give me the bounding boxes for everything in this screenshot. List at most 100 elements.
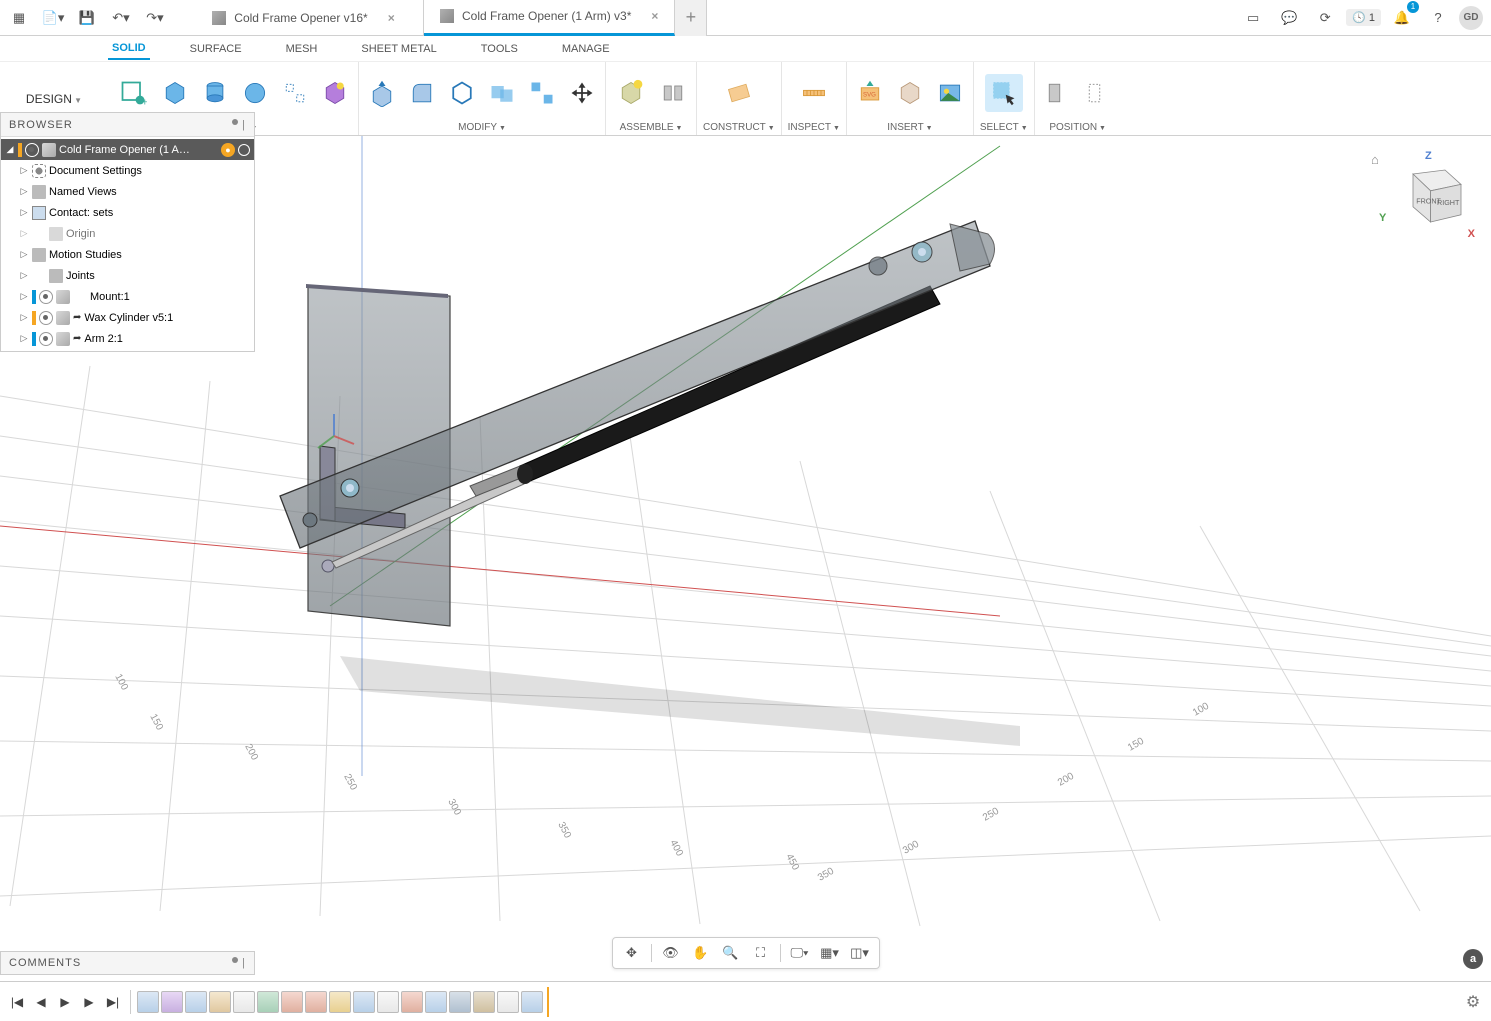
tree-item[interactable]: ▷ Contact: sets <box>1 202 254 223</box>
visibility-toggle-icon[interactable] <box>39 332 53 346</box>
comments-panel-header[interactable]: COMMENTS | <box>0 951 255 975</box>
visibility-toggle-icon[interactable] <box>39 311 53 325</box>
tree-item[interactable]: ▷ Joints <box>1 265 254 286</box>
document-tab-1[interactable]: Cold Frame Opener (1 Arm) v3* × <box>424 0 675 36</box>
sphere-tool-icon[interactable] <box>238 76 272 110</box>
timeline-step[interactable] <box>257 991 279 1013</box>
radio-icon[interactable] <box>238 144 250 156</box>
tree-root[interactable]: ◢ Cold Frame Opener (1 A… ● <box>1 139 254 160</box>
timeline-step[interactable] <box>329 991 351 1013</box>
autodesk-logo-icon[interactable]: a <box>1463 949 1483 969</box>
viewport-layout-icon[interactable]: ◫▾ <box>849 942 871 964</box>
tree-item[interactable]: ▷ Document Settings <box>1 160 254 181</box>
ribbon-tab-mesh[interactable]: MESH <box>282 39 322 59</box>
select-tool-icon[interactable] <box>985 74 1023 112</box>
group-label-construct[interactable]: CONSTRUCT <box>703 122 775 133</box>
browser-title-bar[interactable]: BROWSER | <box>1 113 254 137</box>
viewcube[interactable]: FRONT RIGHT Z X Y ⌂ <box>1389 154 1469 234</box>
user-avatar[interactable]: GD <box>1459 6 1483 30</box>
pan-icon[interactable]: ✋ <box>690 942 712 964</box>
tree-item[interactable]: ▷ Origin <box>1 223 254 244</box>
decal-tool-icon[interactable] <box>893 76 927 110</box>
timeline-step[interactable] <box>377 991 399 1013</box>
updates-icon[interactable]: ⟳ <box>1310 3 1340 33</box>
orbit-icon[interactable]: ✥ <box>621 942 643 964</box>
ribbon-tab-solid[interactable]: SOLID <box>108 38 150 60</box>
document-tab-0[interactable]: Cold Frame Opener v16* × <box>184 0 424 36</box>
fit-icon[interactable]: ⛶ <box>750 942 772 964</box>
group-label-insert[interactable]: INSERT <box>887 122 932 133</box>
box-tool-icon[interactable] <box>158 76 192 110</box>
timeline-step[interactable] <box>425 991 447 1013</box>
presspull-tool-icon[interactable] <box>365 76 399 110</box>
timeline-step[interactable] <box>185 991 207 1013</box>
timeline-start-icon[interactable]: |◀ <box>6 991 28 1013</box>
ribbon-tab-tools[interactable]: TOOLS <box>477 39 522 59</box>
ribbon-tab-surface[interactable]: SURFACE <box>186 39 246 59</box>
sketch-tool-icon[interactable]: + <box>114 74 152 112</box>
grid-settings-icon[interactable]: ▦▾ <box>819 942 841 964</box>
shell-tool-icon[interactable] <box>445 76 479 110</box>
close-icon[interactable]: × <box>651 9 658 23</box>
timeline-step[interactable] <box>497 991 519 1013</box>
timeline-end-icon[interactable]: ▶| <box>102 991 124 1013</box>
tree-item[interactable]: ▷ ➦ Wax Cylinder v5:1 <box>1 307 254 328</box>
timeline-step[interactable] <box>401 991 423 1013</box>
save-icon[interactable]: 💾 <box>72 3 102 33</box>
cylinder-tool-icon[interactable] <box>198 76 232 110</box>
unground-tool-icon[interactable] <box>1081 76 1115 110</box>
group-label-select[interactable]: SELECT <box>980 122 1028 133</box>
timeline-step[interactable] <box>449 991 471 1013</box>
timeline-settings-icon[interactable]: ⚙ <box>1461 990 1485 1014</box>
ribbon-tab-manage[interactable]: MANAGE <box>558 39 614 59</box>
timeline-playhead[interactable] <box>547 987 549 1017</box>
undo-icon[interactable]: ↶▾ <box>106 3 136 33</box>
notifications-icon[interactable]: 🔔1 <box>1387 3 1417 33</box>
timeline-step[interactable] <box>209 991 231 1013</box>
insert-svg-icon[interactable]: SVG <box>853 76 887 110</box>
timeline-step[interactable] <box>353 991 375 1013</box>
timeline-back-icon[interactable]: ◀ <box>30 991 52 1013</box>
tree-item[interactable]: ▷ Mount:1 <box>1 286 254 307</box>
timeline-step[interactable] <box>305 991 327 1013</box>
group-label-inspect[interactable]: INSPECT <box>788 122 840 133</box>
align-tool-icon[interactable] <box>525 76 559 110</box>
group-label-modify[interactable]: MODIFY <box>458 122 506 133</box>
timeline-fwd-icon[interactable]: ▶ <box>78 991 100 1013</box>
visibility-toggle-icon[interactable] <box>25 143 39 157</box>
viewcube-right-label[interactable]: RIGHT <box>1437 198 1460 207</box>
new-doc-icon[interactable]: 📄▾ <box>38 3 68 33</box>
timeline-step[interactable] <box>233 991 255 1013</box>
group-label-assemble[interactable]: ASSEMBLE <box>620 122 683 133</box>
look-icon[interactable]: 👁 <box>660 942 682 964</box>
timeline-step[interactable] <box>473 991 495 1013</box>
canvas-tool-icon[interactable] <box>933 76 967 110</box>
close-icon[interactable]: × <box>388 11 395 25</box>
new-tab-button[interactable]: + <box>675 0 707 36</box>
job-status[interactable]: 🕓 1 <box>1346 9 1381 26</box>
ribbon-tab-sheetmetal[interactable]: SHEET METAL <box>357 39 440 59</box>
component-tool-icon[interactable] <box>612 74 650 112</box>
ground-tool-icon[interactable] <box>1041 76 1075 110</box>
redo-icon[interactable]: ↷▾ <box>140 3 170 33</box>
timeline-step[interactable] <box>161 991 183 1013</box>
display-settings-icon[interactable]: 🖵▾ <box>789 942 811 964</box>
timeline-step[interactable] <box>521 991 543 1013</box>
warning-badge-icon[interactable]: ● <box>221 143 235 157</box>
timeline-step[interactable] <box>281 991 303 1013</box>
file-menu-icon[interactable]: ▦ <box>4 3 34 33</box>
group-label-position[interactable]: POSITION <box>1049 122 1106 133</box>
coil-tool-icon[interactable] <box>278 76 312 110</box>
comments-icon[interactable]: 💬 <box>1274 3 1304 33</box>
joint-tool-icon[interactable] <box>656 76 690 110</box>
zoom-icon[interactable]: 🔍 <box>720 942 742 964</box>
plane-tool-icon[interactable] <box>720 74 758 112</box>
tree-item[interactable]: ▷ Motion Studies <box>1 244 254 265</box>
visibility-toggle-icon[interactable] <box>39 290 53 304</box>
move-tool-icon[interactable] <box>565 76 599 110</box>
help-icon[interactable]: ? <box>1423 3 1453 33</box>
home-view-icon[interactable]: ⌂ <box>1371 152 1379 167</box>
tree-item[interactable]: ▷ ➦ Arm 2:1 <box>1 328 254 349</box>
combine-tool-icon[interactable] <box>485 76 519 110</box>
measure-tool-icon[interactable] <box>795 74 833 112</box>
